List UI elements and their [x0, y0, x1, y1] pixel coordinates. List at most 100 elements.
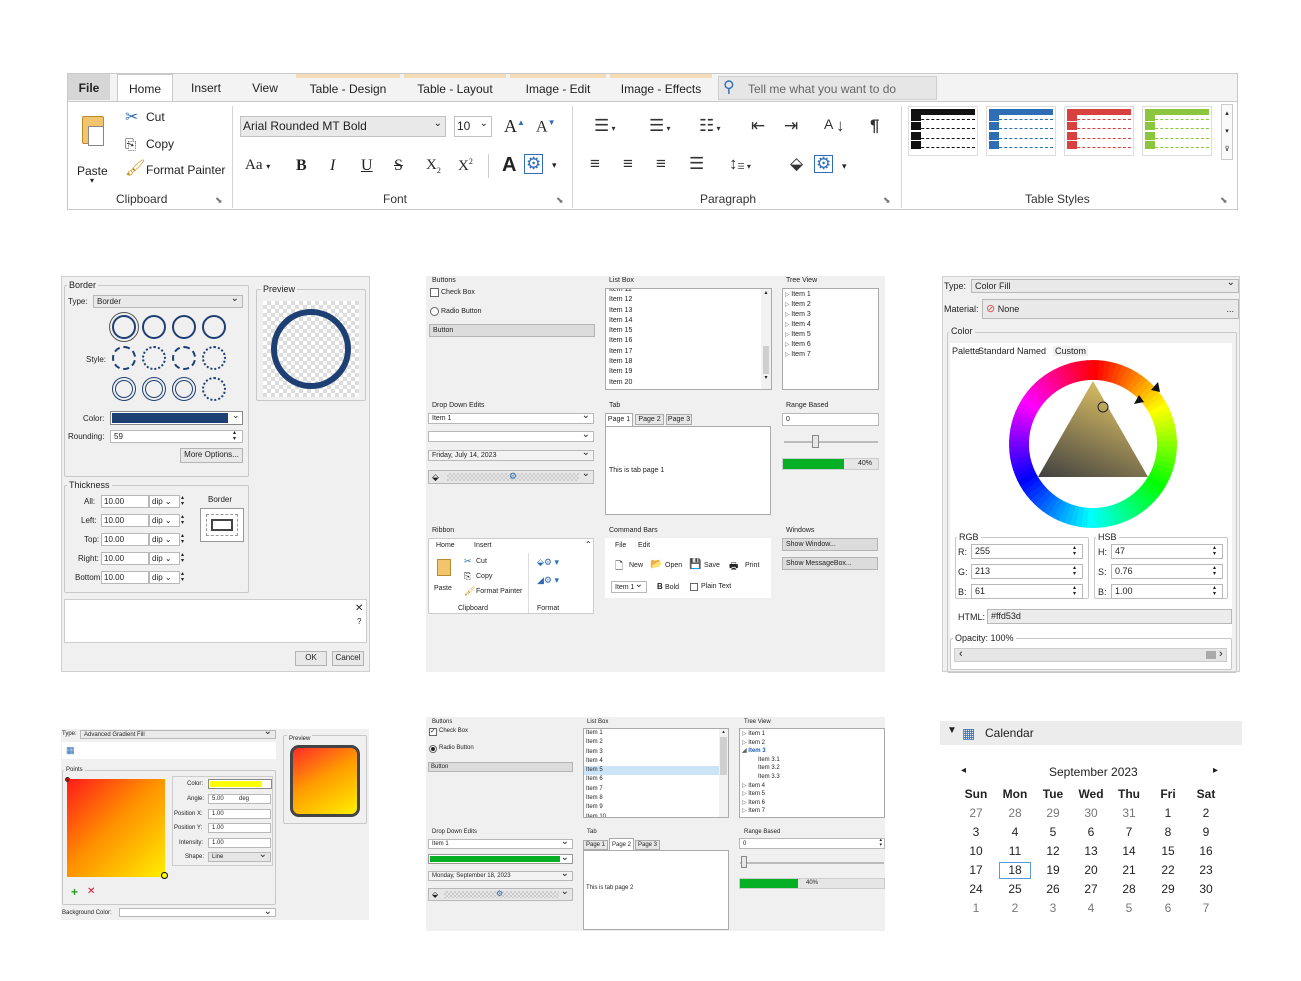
- tab-file[interactable]: File: [68, 74, 110, 100]
- close-icon[interactable]: ✕: [355, 603, 363, 614]
- strikethrough-button[interactable]: S: [394, 157, 403, 175]
- color-combo[interactable]: [428, 852, 573, 864]
- spinner-icon[interactable]: ▴ ▾: [1073, 585, 1076, 597]
- calendar-day[interactable]: 7: [1113, 824, 1145, 841]
- numbering-icon[interactable]: ☰ ▾: [649, 117, 671, 137]
- mini-format-painter-button[interactable]: Format Painter: [476, 588, 522, 595]
- item-combo[interactable]: Item 1: [428, 839, 573, 849]
- calendar-day[interactable]: 15: [1152, 843, 1184, 860]
- remove-point-icon[interactable]: ✕: [87, 886, 95, 897]
- print-button[interactable]: Print: [745, 562, 759, 569]
- material-select[interactable]: ⊘ None ...: [982, 299, 1239, 319]
- saturation-input[interactable]: 0.76: [1111, 564, 1223, 579]
- superscript-button[interactable]: X2: [458, 157, 473, 175]
- thickness-input[interactable]: 10.00: [101, 552, 149, 565]
- calendar-day[interactable]: 21: [1113, 862, 1145, 879]
- border-style-swatch[interactable]: [172, 377, 196, 401]
- decrease-indent-icon[interactable]: ⇤: [751, 117, 765, 134]
- list-item[interactable]: Item 20: [606, 378, 771, 388]
- hue-input[interactable]: 47: [1111, 544, 1223, 559]
- italic-button[interactable]: I: [330, 157, 335, 175]
- list-scrollbar[interactable]: ▴ ▾: [761, 289, 771, 389]
- spinner-icon[interactable]: ▴ ▾: [1213, 545, 1216, 557]
- calendar-day[interactable]: 4: [999, 824, 1031, 841]
- line-spacing-icon[interactable]: ↕☰ ▾: [729, 155, 751, 175]
- calendar-day[interactable]: 27: [1075, 881, 1107, 898]
- border-type-select[interactable]: Border: [93, 295, 243, 308]
- calendar-day[interactable]: 1: [1152, 805, 1184, 822]
- align-left-icon[interactable]: ≡: [590, 155, 600, 172]
- menu-file[interactable]: File: [615, 542, 626, 549]
- list-item[interactable]: Item 13: [606, 306, 771, 316]
- table-style-thumbnail[interactable]: [1064, 106, 1134, 156]
- calendar-day[interactable]: 18: [999, 862, 1031, 879]
- radio-button[interactable]: [430, 307, 439, 316]
- calendar-day[interactable]: 28: [999, 805, 1031, 822]
- dialog-launcher-icon[interactable]: ⬊: [883, 195, 891, 206]
- spinner-icon[interactable]: ▴ ▾: [1073, 545, 1076, 557]
- mini-tab-insert[interactable]: Insert: [474, 542, 492, 549]
- tree-view[interactable]: ▷ Item 1 ▷ Item 2 ◢ Item 3 Item 3.1 Item 3.2…: [739, 728, 885, 818]
- list-item[interactable]: Item 7: [584, 785, 728, 794]
- unit-select[interactable]: dip ⌄: [149, 533, 180, 546]
- opacity-slider[interactable]: ‹ ›: [954, 648, 1227, 662]
- push-button[interactable]: Button: [428, 762, 573, 772]
- calendar-day[interactable]: 28: [1113, 881, 1145, 898]
- tab-page-1[interactable]: Page 1: [583, 840, 608, 850]
- calendar-day[interactable]: 29: [1152, 881, 1184, 898]
- text-effects-button[interactable]: A: [502, 154, 516, 177]
- unit-select[interactable]: dip ⌄: [149, 552, 180, 565]
- red-input[interactable]: 255: [971, 544, 1083, 559]
- chevron-down-icon[interactable]: ▾: [842, 161, 847, 172]
- show-window-button[interactable]: Show Window...: [782, 538, 878, 551]
- font-size-select[interactable]: 10: [454, 114, 492, 137]
- increase-indent-icon[interactable]: ⇥: [784, 117, 798, 134]
- mini-cut-button[interactable]: Cut: [476, 558, 487, 565]
- border-style-swatch[interactable]: [202, 346, 226, 370]
- tab-image-effects[interactable]: Image - Effects: [610, 74, 712, 100]
- border-style-swatch[interactable]: [142, 315, 166, 339]
- html-color-input[interactable]: #ffd53d: [987, 609, 1232, 624]
- check-box[interactable]: [430, 288, 439, 297]
- border-style-swatch[interactable]: [142, 346, 166, 370]
- sort-icon[interactable]: A: [824, 116, 833, 132]
- list-item[interactable]: Item 14: [606, 316, 771, 326]
- calendar-day[interactable]: 13: [1075, 843, 1107, 860]
- calendar-day[interactable]: 17: [960, 862, 992, 879]
- fill-type-select[interactable]: Color Fill: [971, 279, 1239, 293]
- justify-icon[interactable]: ☰: [689, 155, 704, 172]
- border-style-swatch[interactable]: [112, 346, 136, 370]
- list-item[interactable]: Item 19: [606, 367, 771, 377]
- color-tab-named[interactable]: Named: [1017, 346, 1046, 356]
- cancel-button[interactable]: Cancel: [332, 651, 364, 666]
- style-combo[interactable]: ⬙ ⚙: [428, 470, 594, 484]
- plain-text-checkbox[interactable]: [690, 583, 698, 591]
- calendar-day[interactable]: 31: [1113, 805, 1145, 822]
- tab-page-3[interactable]: Page 3: [635, 840, 660, 850]
- open-button[interactable]: Open: [665, 562, 682, 569]
- tree-view[interactable]: ▷ Item 1 ▷ Item 2 ▷ Item 3 ▷ Item 4 ▷ Item 5…: [782, 288, 879, 390]
- grid-icon[interactable]: ▦: [66, 745, 75, 756]
- tree-item[interactable]: ▷ Item 4: [785, 320, 876, 330]
- font-name-select[interactable]: Arial Rounded MT Bold: [240, 114, 446, 137]
- table-style-thumbnail[interactable]: [908, 106, 978, 156]
- gear-icon[interactable]: ⚙: [524, 154, 544, 174]
- copy-button[interactable]: Copy: [146, 137, 174, 151]
- tab-page-2[interactable]: Page 2: [635, 414, 664, 425]
- save-button[interactable]: Save: [704, 562, 720, 569]
- list-item[interactable]: Item 10: [584, 813, 728, 817]
- tree-item[interactable]: ▷ Item 7: [742, 807, 882, 816]
- menu-edit[interactable]: Edit: [638, 542, 650, 549]
- tree-item[interactable]: ▷ Item 5: [742, 790, 882, 799]
- spinner-icon[interactable]: ▴ ▾: [181, 533, 184, 545]
- command-combo[interactable]: Item 1: [611, 581, 647, 593]
- list-box[interactable]: Item 11 Item 12 Item 13 Item 14 Item 15 Item …: [605, 288, 772, 390]
- spinner-icon[interactable]: ▴ ▾: [1213, 565, 1216, 577]
- tree-item[interactable]: Item 3.3: [742, 773, 882, 782]
- push-button[interactable]: Button: [429, 324, 595, 337]
- point-color-picker[interactable]: [208, 779, 272, 789]
- tree-item[interactable]: Item 3.1: [742, 756, 882, 765]
- border-style-swatch[interactable]: [202, 315, 226, 339]
- color-tab-palette[interactable]: Palette: [952, 346, 980, 356]
- unit-select[interactable]: dip ⌄: [149, 514, 180, 527]
